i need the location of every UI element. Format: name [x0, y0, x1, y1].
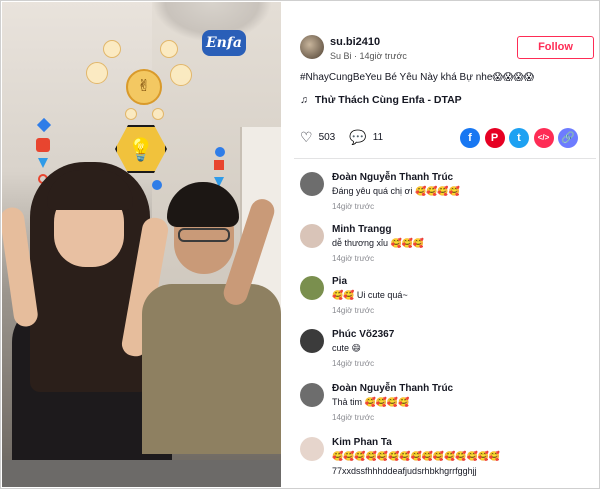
commenter-avatar[interactable] — [300, 329, 324, 353]
video-player[interactable]: Enfa ✌ 💡 — [2, 2, 281, 487]
commenter-avatar[interactable] — [300, 276, 324, 300]
blue-dot-icon-3 — [152, 180, 162, 190]
filter-icon-2 — [160, 40, 178, 58]
comment-item: Đoàn Nguyễn Thanh Trúc Thả tim 🥰🥰🥰🥰 14giờ … — [300, 383, 596, 433]
follow-button[interactable]: Follow — [517, 36, 594, 59]
ok-hand-icon — [170, 64, 192, 86]
author-avatar[interactable] — [300, 35, 324, 59]
comment-icon: 💬 — [349, 129, 367, 145]
post-caption: #NhayCungBeYeu Bé Yêu Này khá Bự nhe😱😱😱😱 — [300, 72, 535, 83]
red-hexagon-icon-2 — [214, 160, 224, 170]
commenter-name[interactable]: Pia — [332, 276, 347, 287]
pinterest-icon[interactable]: P — [484, 128, 505, 148]
dot-icon-2 — [152, 108, 164, 120]
red-hexagon-icon — [36, 138, 50, 152]
embed-icon[interactable]: </> — [533, 128, 554, 148]
author-username[interactable]: su.bi2410 — [330, 36, 380, 48]
comment-text-line2: 77xxdssfhhhddeafjudsrhbkhgrrfgghjj — [332, 466, 477, 476]
comment-item: Pia 🥰🥰 Ui cute quá~ 14giờ trước — [300, 276, 596, 326]
commenter-name[interactable]: Minh Trangg — [332, 224, 391, 235]
comment-item: Kim Phan Ta 🥰🥰🥰🥰🥰🥰🥰🥰🥰🥰🥰🥰🥰🥰🥰 77xxdssfhhhdde… — [300, 437, 596, 487]
comment-time: 14giờ trước — [332, 254, 375, 263]
share-bar: f Pt </> 🔗 — [460, 128, 583, 148]
blue-dot-icon — [215, 147, 225, 157]
commenter-avatar[interactable] — [300, 224, 324, 248]
twitter-icon[interactable]: t — [509, 128, 529, 148]
commenter-avatar[interactable] — [300, 437, 324, 461]
peace-hand-icon: ✌ — [126, 69, 162, 105]
enfa-logo: Enfa — [202, 30, 246, 56]
comment-text: cute 😄 — [332, 343, 361, 353]
glasses — [178, 228, 230, 242]
triangle-icon — [38, 158, 48, 168]
lips-icon — [86, 62, 108, 84]
commenter-name[interactable]: Kim Phan Ta — [332, 437, 392, 448]
blue-shape-icon — [36, 117, 52, 133]
comment-text: Thả tim 🥰🥰🥰🥰 — [332, 397, 410, 407]
filter-icon-1 — [103, 40, 121, 58]
comment-count: 11 — [372, 131, 384, 143]
comment-text: 🥰🥰🥰🥰🥰🥰🥰🥰🥰🥰🥰🥰🥰🥰🥰 — [332, 451, 501, 461]
facebook-icon[interactable]: f — [460, 128, 480, 148]
person-left-bangs — [47, 170, 133, 210]
music-note-icon: ♫ — [300, 94, 308, 106]
comment-time: 14giờ trước — [332, 359, 375, 368]
commenter-avatar[interactable] — [300, 172, 324, 196]
comment-time: 14giờ trước — [332, 202, 375, 211]
table — [2, 460, 281, 487]
dot-icon-1 — [125, 108, 137, 120]
heart-icon: ♡ — [300, 129, 313, 145]
comment-time: 14giờ trước — [332, 413, 375, 422]
comment-text: Đáng yêu quá chị ơi 🥰🥰🥰🥰 — [332, 186, 460, 196]
music-link[interactable]: ♫ Thử Thách Cùng Enfa - DTAP — [300, 94, 462, 106]
commenter-name[interactable]: Phúc Võ2367 — [332, 329, 394, 340]
music-title: Thử Thách Cùng Enfa - DTAP — [314, 94, 462, 106]
author-subline: Su Bi · 14giờ trước — [330, 51, 407, 61]
comment-item: Phúc Võ2367 cute 😄 14giờ trước — [300, 329, 596, 379]
person-right-body — [142, 284, 281, 454]
comment-text: dễ thương xỉu 🥰🥰🥰 — [332, 238, 425, 248]
comment-item: Đoàn Nguyễn Thanh Trúc Đáng yêu quá chị ơ… — [300, 172, 596, 222]
comment-button[interactable]: 💬 11 — [349, 129, 384, 145]
commenter-avatar[interactable] — [300, 383, 324, 407]
comment-item: Minh Trangg dễ thương xỉu 🥰🥰🥰 14giờ trước — [300, 224, 596, 274]
commenter-name[interactable]: Đoàn Nguyễn Thanh Trúc — [332, 172, 453, 183]
like-button[interactable]: ♡ 503 — [300, 129, 336, 145]
comment-text: 🥰🥰 Ui cute quá~ — [332, 290, 408, 300]
like-count: 503 — [318, 131, 336, 143]
link-icon[interactable]: 🔗 — [558, 128, 578, 148]
engagement-stats: ♡ 503 💬 11 — [300, 129, 397, 145]
comment-time: 14giờ trước — [332, 306, 375, 315]
divider — [294, 158, 596, 159]
commenter-name[interactable]: Đoàn Nguyễn Thanh Trúc — [332, 383, 453, 394]
